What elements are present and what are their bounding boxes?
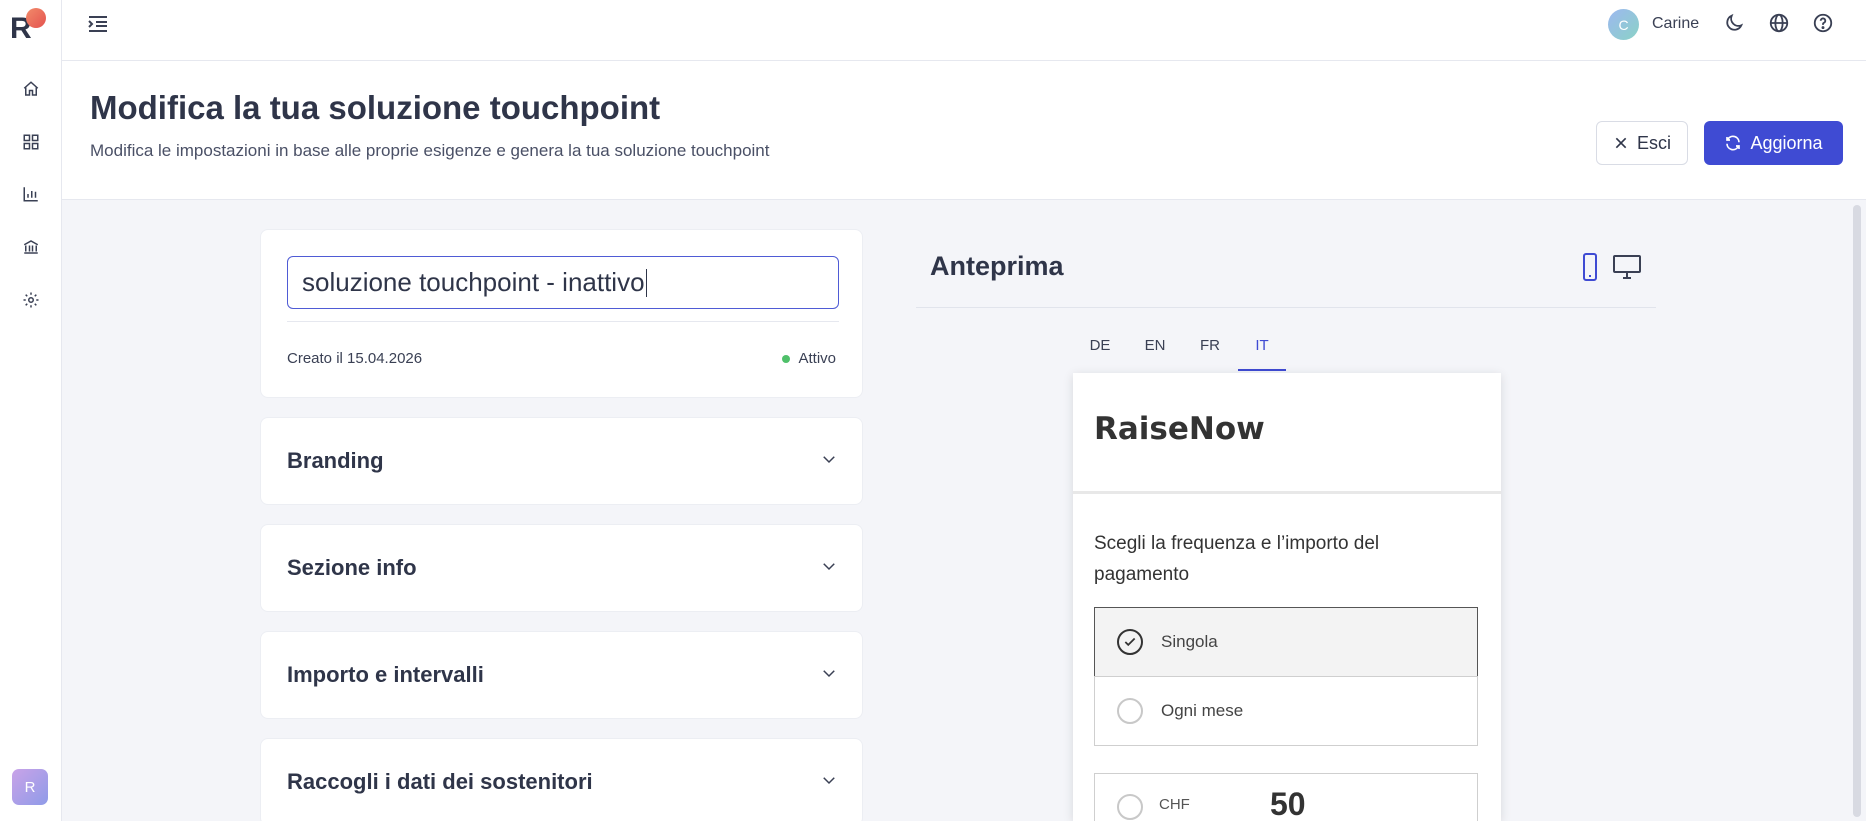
accordion-title: Importo e intervalli [287,662,484,687]
bar-chart-icon[interactable] [19,182,43,206]
frequency-label: Singola [1161,632,1218,651]
logo-dot [26,8,46,28]
radio-checked-icon [1117,629,1143,655]
accordion-title: Raccogli i dati dei sostenitori [287,769,593,794]
widget-brand: RaiseNow [1094,411,1265,447]
chevron-down-icon [823,777,835,785]
frequency-option-monthly[interactable]: Ogni mese [1094,676,1478,746]
menu-toggle-icon[interactable] [86,12,110,36]
chevron-down-icon [823,670,835,678]
sidebar: R R [0,0,62,821]
accordion-amount-intervals[interactable]: Importo e intervalli [260,631,863,719]
desktop-device-icon[interactable] [1612,254,1642,280]
home-icon[interactable] [19,77,43,101]
user-name[interactable]: Carine [1652,15,1699,33]
lang-tab-en[interactable]: EN [1141,337,1169,371]
status-dot [782,354,791,363]
preview-divider [916,307,1656,308]
page-title: Modifica la tua soluzione touchpoint [90,89,661,126]
name-card: soluzione touchpoint - inattivo Creato i… [260,229,863,398]
radio-icon [1117,794,1143,820]
exit-button-label: Esci [1636,132,1671,153]
solution-name-value: soluzione touchpoint - inattivo [302,267,645,297]
dashboard-grid-icon[interactable] [19,130,43,154]
text-caret [645,268,648,297]
close-icon [1615,137,1627,149]
gear-icon[interactable] [19,288,43,312]
card-divider [287,321,839,322]
created-date: Creato il 15.04.2026 [287,350,423,367]
preview-title: Anteprima [930,251,1064,281]
mobile-device-icon[interactable] [1578,252,1602,282]
page-subtitle: Modifica le impostazioni in base alle pr… [90,141,770,160]
exit-button[interactable]: Esci [1596,121,1688,165]
status-badge: Attivo [782,350,836,367]
chevron-down-icon [823,563,835,571]
widget-separator [1073,491,1501,494]
accordion-title: Branding [287,448,384,473]
bank-icon[interactable] [19,235,43,259]
refresh-icon [1726,135,1741,151]
update-button-label: Aggiorna [1750,132,1823,153]
accordion-branding[interactable]: Branding [260,417,863,505]
amount-value: 50 [1270,786,1306,821]
solution-name-input[interactable]: soluzione touchpoint - inattivo [287,256,839,309]
accordion-title: Sezione info [287,555,417,580]
lang-tab-de[interactable]: DE [1087,337,1113,371]
app-logo[interactable]: R [8,6,48,45]
radio-icon [1117,698,1143,724]
accordion-supporter-data[interactable]: Raccogli i dati dei sostenitori [260,738,863,821]
top-bar: C Carine [62,0,1866,61]
page-header: Modifica la tua soluzione touchpoint Mod… [62,61,1866,200]
accordion-info-section[interactable]: Sezione info [260,524,863,612]
amount-option[interactable]: CHF 50 [1094,773,1478,821]
scrollbar[interactable] [1853,205,1861,817]
chevron-down-icon [823,456,835,464]
widget-question: Scegli la frequenza e l’importo del paga… [1094,533,1380,585]
workspace-avatar[interactable]: R [12,769,48,805]
lang-tab-it[interactable]: IT [1238,337,1286,371]
amount-currency: CHF [1159,796,1190,813]
frequency-label: Ogni mese [1161,701,1244,720]
user-avatar[interactable]: C [1608,9,1639,40]
status-label: Attivo [798,350,836,367]
frequency-option-single[interactable]: Singola [1094,607,1478,677]
lang-tab-fr[interactable]: FR [1198,337,1222,371]
help-icon[interactable] [1812,12,1836,36]
update-button[interactable]: Aggiorna [1704,121,1843,165]
moon-icon[interactable] [1723,12,1747,36]
preview-widget: RaiseNow Scegli la frequenza e l’importo… [1073,373,1501,821]
globe-icon[interactable] [1768,12,1792,36]
